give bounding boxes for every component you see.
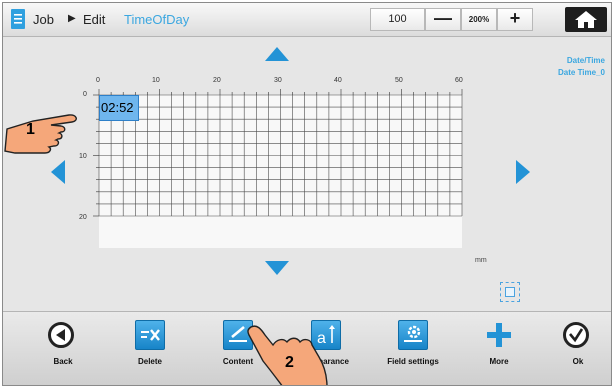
back-label: Back: [53, 357, 73, 366]
callout-number-1: 1: [26, 121, 35, 138]
x-tick-label: 10: [152, 77, 160, 84]
x-tick-label: 30: [274, 77, 282, 84]
back-button[interactable]: Back: [23, 312, 103, 385]
screen: Job ▶ Edit TimeOfDay 100 — 200% + Date/T…: [2, 2, 612, 386]
ok-button[interactable]: Ok: [538, 312, 611, 385]
fit-to-screen-button[interactable]: [500, 282, 520, 302]
y-tick-label: 20: [79, 214, 87, 221]
fit-icon: [505, 287, 515, 297]
callout-hand-1: [4, 114, 77, 154]
x-tick-label: 60: [455, 77, 463, 84]
back-icon: [48, 322, 74, 348]
unit-label: mm: [475, 257, 487, 264]
field-settings-label: Field settings: [387, 357, 439, 366]
x-tick-label: 20: [213, 77, 221, 84]
field-settings-icon: [398, 320, 428, 350]
x-tick-label: 50: [395, 77, 403, 84]
y-tick-label: 0: [83, 91, 87, 98]
text-field-value: 02:52: [101, 100, 134, 115]
x-tick-label: 40: [334, 77, 342, 84]
delete-button[interactable]: Delete: [110, 312, 190, 385]
delete-icon: [135, 320, 165, 350]
delete-label: Delete: [137, 357, 162, 366]
more-button[interactable]: More: [459, 312, 539, 385]
plus-icon: [487, 323, 511, 347]
ok-label: Ok: [572, 357, 584, 366]
callout-number-2: 2: [285, 354, 294, 371]
checkmark-icon: [563, 322, 589, 348]
field-settings-button[interactable]: Field settings: [373, 312, 453, 385]
more-label: More: [489, 357, 509, 366]
x-tick-label: 0: [96, 77, 100, 84]
